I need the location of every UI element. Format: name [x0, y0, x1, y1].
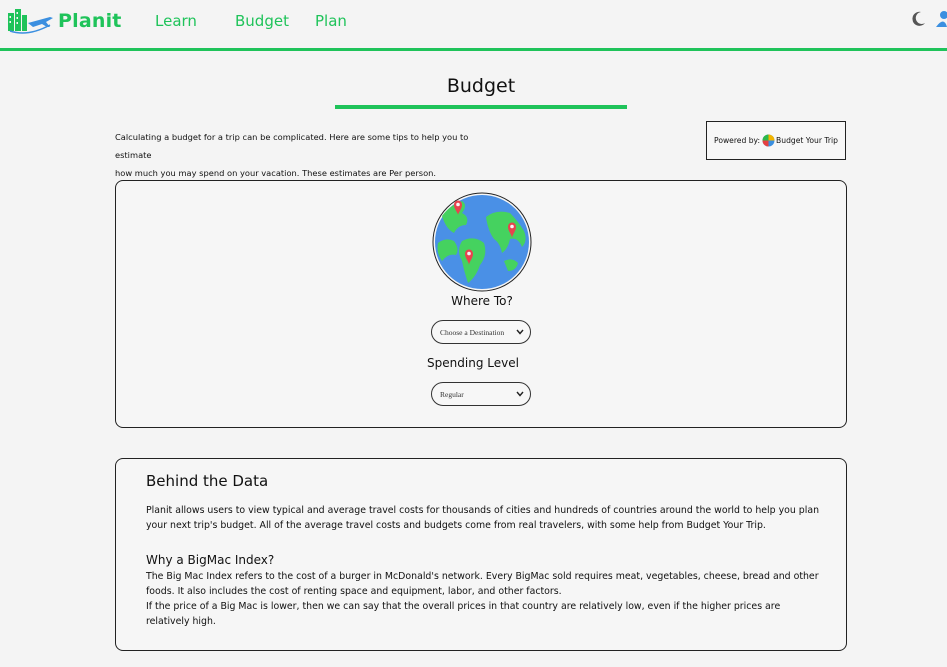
powered-by-name: Budget Your Trip [776, 136, 838, 145]
behind-the-data-card: Behind the Data Planit allows users to v… [115, 458, 847, 651]
chevron-down-icon [516, 391, 524, 397]
user-icon[interactable] [936, 10, 947, 28]
powered-by-badge[interactable]: Powered by: Budget Your Trip [706, 121, 846, 160]
bigmac-index-title: Why a BigMac Index? [146, 553, 275, 567]
destination-select[interactable]: Choose a Destination [431, 320, 531, 344]
powered-by-label: Powered by: [714, 136, 761, 145]
budget-your-trip-logo-icon [762, 134, 775, 147]
where-to-label: Where To? [451, 294, 513, 308]
behind-the-data-title: Behind the Data [146, 472, 269, 490]
page-title: Budget [446, 75, 516, 97]
nav-budget-link[interactable]: Budget [235, 12, 289, 30]
bigmac-paragraph-2: If the price of a Big Mac is lower, then… [146, 601, 781, 627]
budget-form-card: Where To? Choose a Destination Spending … [115, 180, 847, 428]
behind-the-data-paragraph: Planit allows users to view typical and … [146, 505, 820, 531]
spending-level-label: Spending Level [427, 356, 519, 370]
nav-plan-link[interactable]: Plan [315, 12, 347, 30]
top-navbar: Planit Learn Budget Plan [0, 0, 947, 51]
city-plane-logo-icon [8, 9, 53, 34]
globe-with-pins-icon [432, 192, 532, 292]
spending-level-select[interactable]: Regular [431, 382, 531, 406]
chevron-down-icon [516, 329, 524, 335]
destination-select-value: Choose a Destination [440, 327, 505, 337]
brand-name: Planit [58, 10, 122, 32]
bigmac-paragraph-1: The Big Mac Index refers to the cost of … [146, 571, 819, 597]
moon-icon[interactable] [909, 10, 927, 28]
brand-logo[interactable]: Planit [6, 6, 122, 36]
intro-line-1: Calculating a budget for a trip can be c… [115, 132, 469, 160]
bigmac-index-text: The Big Mac Index refers to the cost of … [146, 569, 826, 629]
intro-text: Calculating a budget for a trip can be c… [115, 128, 495, 182]
nav-learn-link[interactable]: Learn [155, 12, 197, 30]
spending-level-select-value: Regular [440, 389, 464, 399]
title-underline [335, 105, 627, 109]
